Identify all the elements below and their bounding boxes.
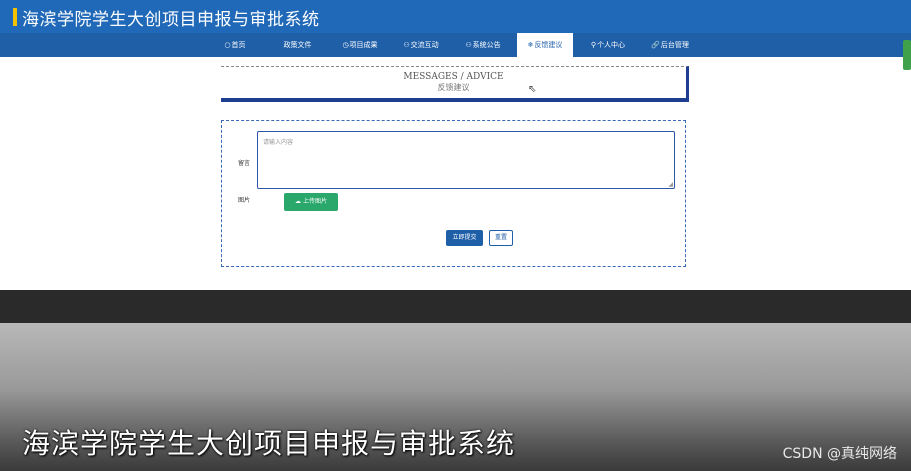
home-icon: ○ [224, 41, 231, 49]
section-banner: MESSAGES / ADVICE 反馈建议 [221, 66, 689, 102]
nav-item-forum[interactable]: ⚇交流互动 [397, 33, 445, 57]
title-accent-bar [13, 8, 17, 26]
nav-label: 政策文件 [283, 41, 312, 49]
nav-label: 首页 [231, 41, 246, 49]
user-icon: ⚲ [590, 41, 597, 49]
link-icon: 🔗 [651, 41, 660, 49]
cloud-upload-icon: ☁ [295, 198, 302, 205]
nav-label: 反馈建议 [534, 41, 563, 49]
nav-label: 后台管理 [660, 41, 689, 49]
header-bar: 海滨学院学生大创项目申报与审批系统 [0, 0, 911, 33]
upload-image-button[interactable]: ☁ 上传图片 [284, 193, 338, 211]
announcement-icon: ⚇ [465, 41, 472, 49]
nav-label: 个人中心 [597, 41, 626, 49]
feedback-icon: ❄ [527, 41, 534, 49]
watermark: CSDN @真纯网络 [782, 446, 897, 462]
image-label: 图片 [238, 197, 251, 204]
overlay-title: 海滨学院学生大创项目申报与审批系统 [22, 427, 516, 460]
resize-grip-icon[interactable]: ◢ [668, 181, 673, 188]
banner-title-cn: 反馈建议 [437, 83, 470, 92]
chat-icon: ⚇ [403, 41, 410, 49]
page-footer [0, 290, 911, 323]
nav-item-home[interactable]: ○首页 [221, 33, 249, 57]
submit-button[interactable]: 立即提交 [446, 230, 483, 246]
app-title: 海滨学院学生大创项目申报与审批系统 [22, 10, 320, 30]
nav-item-profile[interactable]: ⚲个人中心 [584, 33, 632, 57]
nav-item-results[interactable]: ◷项目成果 [336, 33, 384, 57]
mouse-cursor-icon: ⇖ [528, 84, 537, 95]
banner-title-en: MESSAGES / ADVICE [403, 72, 504, 82]
reset-button[interactable]: 重置 [489, 230, 513, 246]
clock-icon: ◷ [342, 41, 349, 49]
nav-label: 系统公告 [472, 41, 501, 49]
feedback-form: 留言 请输入内容 ◢ 图片 ☁ 上传图片 立即提交 重置 [221, 120, 686, 267]
nav-item-notice[interactable]: ⚇系统公告 [459, 33, 507, 57]
scroll-handle[interactable] [903, 40, 911, 70]
nav-item-feedback[interactable]: ❄反馈建议 [517, 33, 573, 57]
nav-label: 项目成果 [349, 41, 378, 49]
message-placeholder: 请输入内容 [263, 139, 294, 146]
nav-item-admin[interactable]: 🔗后台管理 [646, 33, 694, 57]
upload-label: 上传图片 [302, 198, 327, 205]
message-textarea[interactable]: 请输入内容 ◢ [257, 131, 675, 189]
main-nav: ○首页 政策文件 ◷项目成果 ⚇交流互动 ⚇系统公告 ❄反馈建议 ⚲个人中心 🔗… [0, 33, 911, 57]
message-label: 留言 [238, 160, 251, 167]
nav-label: 交流互动 [410, 41, 439, 49]
nav-item-policy[interactable]: 政策文件 [273, 33, 321, 57]
